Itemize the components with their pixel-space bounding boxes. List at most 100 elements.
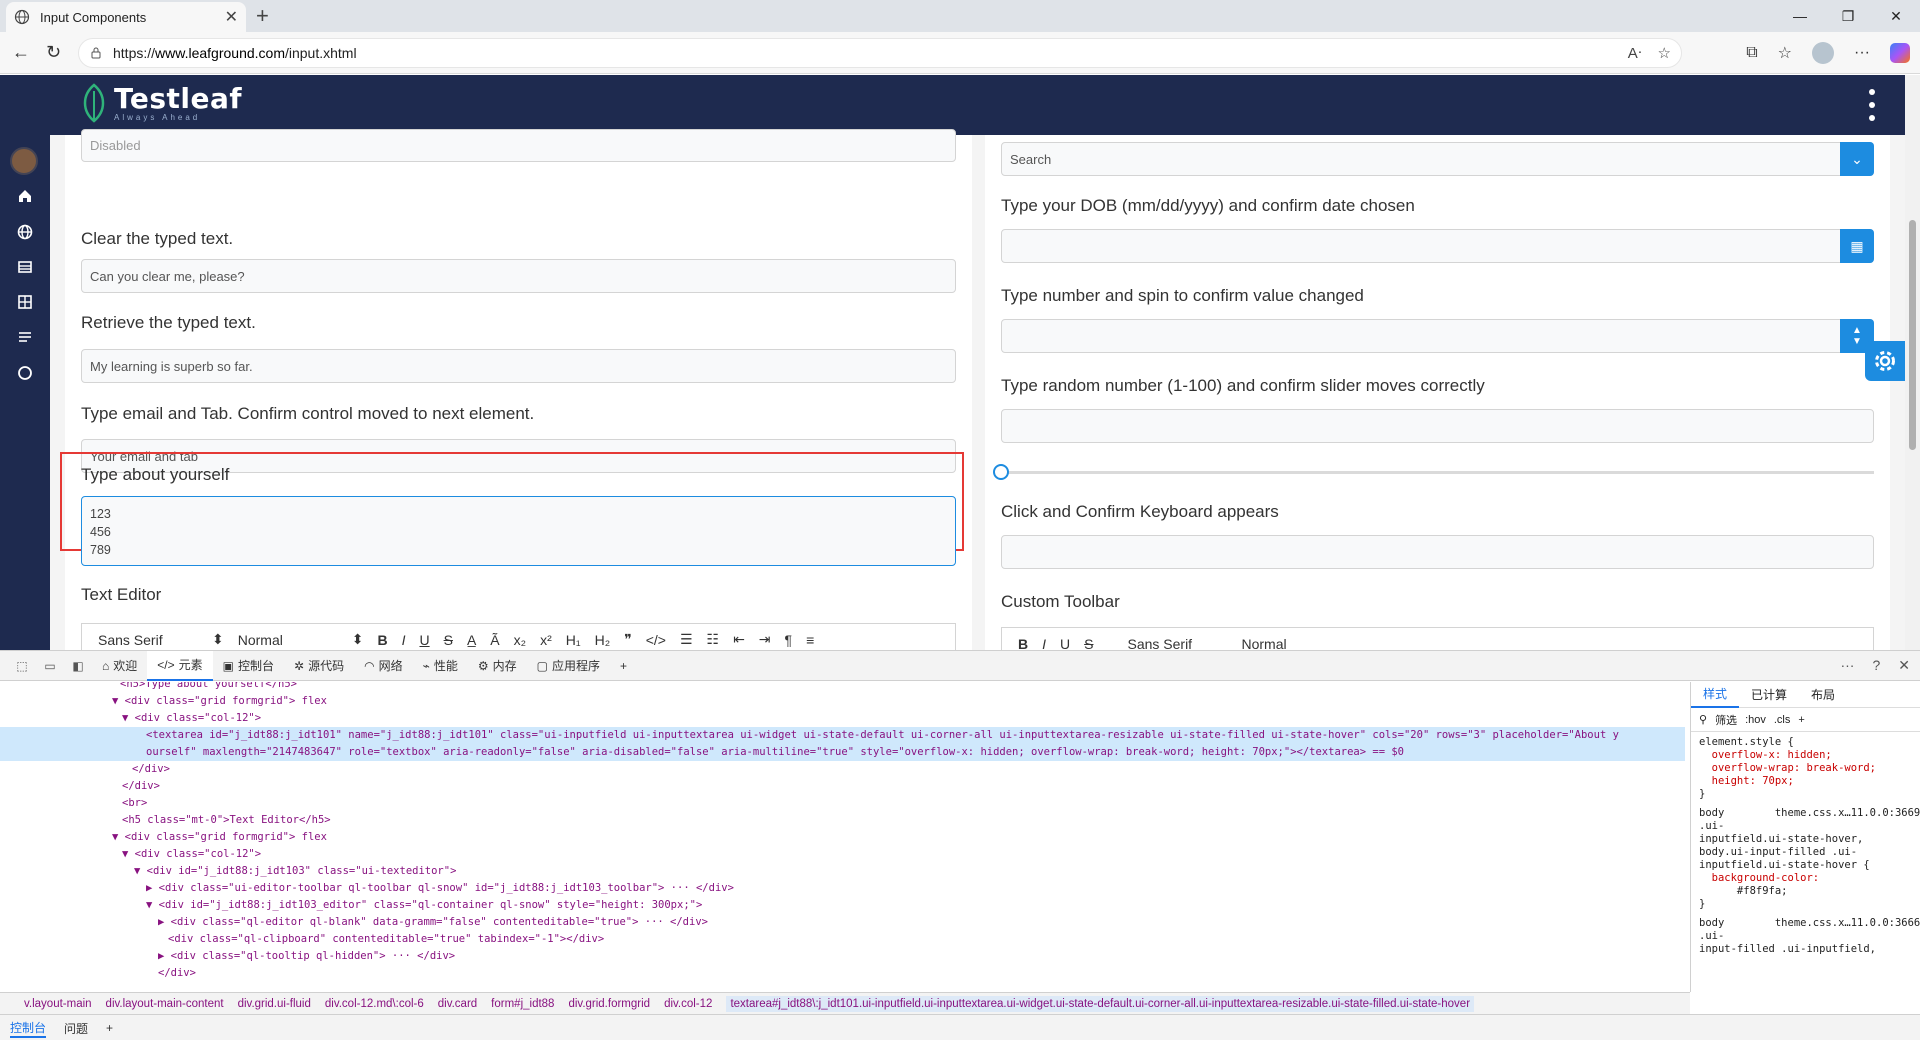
style-line[interactable]: overflow-x: hidden; [1691,749,1920,762]
italic-icon[interactable]: I [402,632,406,648]
reload-icon[interactable]: ↻ [46,42,61,63]
style-line[interactable]: overflow-wrap: break-word; [1691,762,1920,775]
new-tab-icon[interactable]: + [256,5,269,27]
address-bar[interactable]: https://www.leafground.com/input.xhtml A… [78,38,1682,68]
slider-thumb[interactable] [993,464,1009,480]
ct-size-select[interactable]: Normal [1241,636,1341,651]
strike-icon[interactable]: S [444,632,453,648]
tab-memory[interactable]: ⚙ 内存 [468,651,527,681]
styles-tab[interactable]: 样式 [1691,682,1740,708]
dom-line[interactable]: ▼ <div id="j_idt88:j_idt103" class="ui-t… [0,863,1685,880]
breadcrumb-item[interactable]: div.col-12.md\:col-6 [325,998,424,1010]
dom-line[interactable]: <h5>Type about yourself</h5> [0,682,1685,693]
circle-nav-icon[interactable] [14,362,36,384]
home-icon[interactable] [14,185,36,207]
slider-input[interactable] [1001,409,1874,443]
dom-line[interactable]: ▶ <div class="ql-tooltip ql-hidden"> ···… [0,948,1685,965]
style-line[interactable]: background-color: [1691,872,1920,885]
search-combobox[interactable]: Search ⌄ [1001,142,1874,176]
dom-line[interactable]: ▼ <div class="col-12"> [0,846,1685,863]
font-select[interactable]: Sans Serif [98,632,198,648]
outdent-icon[interactable]: ⇤ [733,631,745,648]
subscript-icon[interactable]: x₂ [514,632,526,648]
favorite-star-icon[interactable]: ☆ [1658,44,1671,62]
more-menu-icon[interactable]: ··· [1854,44,1870,62]
drawer-tab-issues[interactable]: 问题 [64,1020,88,1037]
site-logo[interactable]: Testleaf Always Ahead [80,83,242,123]
tab-network[interactable]: ◠ 网络 [354,651,413,681]
slider-track[interactable] [1001,471,1874,474]
page-scrollbar[interactable] [1905,75,1920,650]
styles-filter-input[interactable]: 筛选 [1715,712,1737,728]
dom-line[interactable]: <br> [0,795,1685,812]
add-tab-icon[interactable]: + [610,651,637,681]
text-nav-icon[interactable] [14,326,36,348]
breadcrumb-item[interactable]: div.grid.ui-fluid [238,998,311,1010]
read-aloud-icon[interactable]: Aᐧ [1628,44,1642,62]
ct-strike-icon[interactable]: S [1084,636,1093,651]
chevron-down-icon[interactable]: ⌄ [1840,142,1874,176]
indent-icon[interactable]: ⇥ [759,631,771,648]
favorites-icon[interactable]: ☆ [1778,43,1792,63]
settings-gear-icon[interactable] [1865,341,1905,381]
breadcrumb-item[interactable]: div.card [438,998,477,1010]
help-icon[interactable]: ? [1872,657,1880,674]
dom-line[interactable]: <h5 class="mt-0">Text Editor</h5> [0,812,1685,829]
clear-input[interactable]: Can you clear me, please? [81,259,956,293]
style-line[interactable]: height: 70px; [1691,775,1920,788]
dom-line[interactable]: </div> [0,761,1685,778]
browser-tab[interactable]: Input Components ✕ [6,2,246,32]
dom-line[interactable]: <div class="ql-clipboard" contenteditabl… [0,931,1685,948]
user-avatar[interactable] [10,147,38,175]
list-nav-icon[interactable] [14,256,36,278]
spinner-input[interactable]: ▲ ▼ [1001,319,1874,353]
ordered-list-icon[interactable]: ☰ [680,631,693,648]
add-rule-icon[interactable]: + [1798,714,1804,726]
computed-tab[interactable]: 已计算 [1739,682,1799,708]
drawer-add-icon[interactable]: + [106,1021,113,1035]
about-textarea[interactable]: 123 456 789 [81,496,956,566]
copilot-icon[interactable] [1890,43,1910,63]
breadcrumb-item[interactable]: div.col-12 [664,998,712,1010]
style-line[interactable]: body theme.css.x…11.0.0:3669 [1691,807,1920,820]
ct-font-select[interactable]: Sans Serif [1127,636,1227,651]
dom-line[interactable]: ▼ <div class="grid formgrid"> flex [0,829,1685,846]
breadcrumb-item-current[interactable]: textarea#j_idt88\:j_idt101.ui-inputfield… [726,995,1475,1012]
code-icon[interactable]: </> [646,632,666,648]
keyboard-input[interactable] [1001,535,1874,569]
back-icon[interactable]: ← [12,42,30,63]
h2-icon[interactable]: H₂ [595,632,611,648]
style-line[interactable]: #f8f9fa; [1691,885,1920,898]
direction-icon[interactable]: ¶ [785,632,793,648]
bullet-list-icon[interactable]: ☷ [707,631,720,648]
hov-toggle[interactable]: :hov [1745,714,1766,726]
breadcrumb-item[interactable]: v.layout-main [24,998,92,1010]
superscript-icon[interactable]: x² [540,632,552,648]
drawer-tab-console[interactable]: 控制台 [10,1019,47,1038]
close-window-icon[interactable]: ✕ [1872,0,1920,32]
table-nav-icon[interactable] [14,291,36,313]
tab-sources[interactable]: ✲ 源代码 [284,651,354,681]
devtools-more-icon[interactable]: ··· [1840,657,1854,674]
minimize-icon[interactable]: — [1776,0,1824,32]
breadcrumb-item[interactable]: div.layout-main-content [106,998,224,1010]
extensions-icon[interactable]: ⧉ [1746,44,1757,62]
profile-avatar[interactable] [1812,42,1835,64]
dom-line-selected[interactable]: ourself" maxlength="2147483647" role="te… [0,744,1685,761]
restore-icon[interactable]: ❐ [1824,0,1872,32]
retrieve-input[interactable]: My learning is superb so far. [81,349,956,383]
dom-line[interactable]: ▼ <div class="grid formgrid"> flex [0,693,1685,710]
highlight-icon[interactable]: Ã [490,632,499,648]
tab-welcome[interactable]: ⌂ 欢迎 [92,651,147,681]
quote-icon[interactable]: ❞ [624,631,632,648]
tab-console[interactable]: ▣ 控制台 [213,651,284,681]
tab-close-icon[interactable]: ✕ [225,7,238,27]
breadcrumb-item[interactable]: div.grid.formgrid [568,998,650,1010]
tab-performance[interactable]: ⌁ 性能 [413,651,468,681]
layout-tab[interactable]: 布局 [1799,682,1847,708]
underline-icon[interactable]: U [419,632,429,648]
cls-toggle[interactable]: .cls [1774,714,1791,726]
kebab-menu-icon[interactable] [1868,89,1876,121]
style-line[interactable]: body theme.css.x…11.0.0:3666 [1691,917,1920,930]
h1-icon[interactable]: H₁ [566,632,581,648]
